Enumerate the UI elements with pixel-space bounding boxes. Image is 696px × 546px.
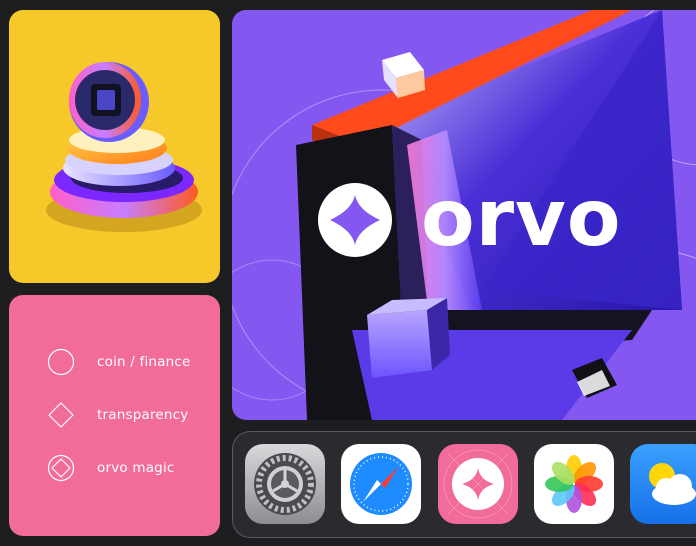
flower-icon xyxy=(545,455,603,513)
orvo-logo-icon xyxy=(47,454,75,482)
legend-label: transparency xyxy=(97,407,189,423)
weather-app-icon[interactable] xyxy=(630,444,696,524)
coin-stack-illustration-card xyxy=(9,10,220,283)
orvo-app-icon[interactable] xyxy=(438,444,518,524)
settings-app-icon[interactable] xyxy=(245,444,325,524)
orvo-logo-icon xyxy=(443,449,513,519)
brand-wordmark: orvo xyxy=(421,174,622,264)
legend-label: coin / finance xyxy=(97,354,191,370)
safari-app-icon[interactable] xyxy=(341,444,421,524)
compass-icon xyxy=(350,453,412,515)
coin-stack-illustration xyxy=(46,62,202,232)
sun-cloud-icon xyxy=(649,463,696,505)
legend-item-magic: orvo magic xyxy=(47,454,175,482)
diamond-icon xyxy=(48,402,74,428)
gear-icon xyxy=(254,453,316,515)
legend-label: orvo magic xyxy=(97,460,175,476)
photos-app-icon[interactable] xyxy=(534,444,614,524)
legend-item-coin: coin / finance xyxy=(47,348,191,376)
app-dock xyxy=(232,431,696,538)
icon-legend-card: coin / finance transparency orvo magic xyxy=(9,295,220,536)
brand-hero-card: orvo xyxy=(232,10,696,420)
circle-icon xyxy=(47,348,75,376)
legend-item-transparency: transparency xyxy=(47,401,188,429)
